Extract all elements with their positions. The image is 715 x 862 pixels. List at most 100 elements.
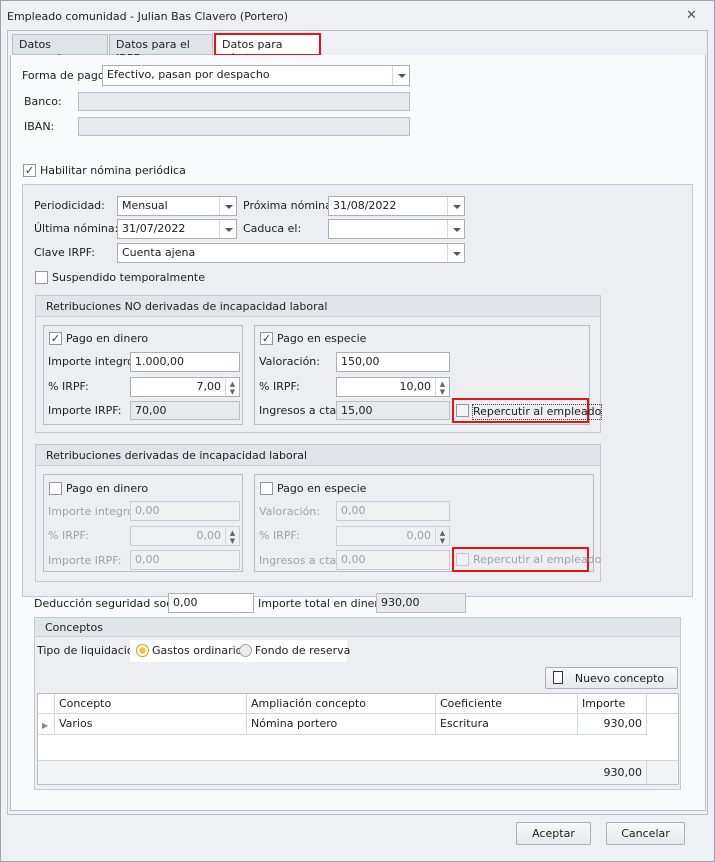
column-header-coeficiente[interactable]: Coeficiente <box>436 694 578 713</box>
deduccion-input[interactable]: 0,00 <box>168 593 254 613</box>
importe-irpf-field-2: 0,00 <box>130 550 240 570</box>
iban-field <box>78 117 410 136</box>
forma-pago-select[interactable]: Efectivo, pasan por despacho <box>102 65 410 86</box>
radio-fondo-reserva[interactable] <box>239 644 252 657</box>
ultima-value: 31/07/2022 <box>122 222 186 235</box>
cell-importe[interactable]: 930,00 <box>578 714 647 734</box>
spin-arrows-icon[interactable]: ▲ ▼ <box>225 378 239 396</box>
importe-integro-input-2[interactable]: 0,00 <box>130 501 240 521</box>
irpf-value: 7,00 <box>196 380 222 393</box>
repercutir-checkbox[interactable] <box>456 404 469 417</box>
repercutir-checkbox-2[interactable] <box>456 553 469 566</box>
cancelar-button[interactable]: Cancelar <box>606 822 685 845</box>
irpf-especie-spinner-2[interactable]: 0,00 ▲ ▼ <box>336 526 450 546</box>
chevron-down-icon[interactable] <box>447 244 464 262</box>
importe-irpf-label: Importe IRPF: <box>48 404 122 417</box>
valoracion-input[interactable]: 150,00 <box>336 352 450 372</box>
grid-header: Concepto Ampliación concepto Coeficiente… <box>38 694 678 714</box>
irpf-especie-value-2: 0,00 <box>406 529 432 542</box>
clave-irpf-label: Clave IRPF: <box>34 246 95 259</box>
cell-concepto[interactable]: Varios <box>55 714 247 734</box>
valoracion-label: Valoración: <box>259 355 320 368</box>
irpf-especie-value: 10,00 <box>399 380 432 393</box>
iban-label: IBAN: <box>24 120 55 133</box>
irpf-spinner[interactable]: 7,00 ▲ ▼ <box>130 377 240 397</box>
spin-arrows-icon[interactable]: ▲ ▼ <box>225 527 239 545</box>
column-header-ampliacion[interactable]: Ampliación concepto <box>247 694 436 713</box>
spin-arrows-icon[interactable]: ▲ ▼ <box>435 527 449 545</box>
cell-coeficiente[interactable]: Escritura <box>436 714 578 734</box>
pago-especie-checkbox[interactable]: ✓ <box>260 332 273 345</box>
aceptar-button[interactable]: Aceptar <box>516 822 591 845</box>
chevron-down-icon[interactable] <box>219 220 236 238</box>
forma-pago-value: Efectivo, pasan por despacho <box>107 68 270 81</box>
tab-datos-generales[interactable]: Datos generales <box>12 34 108 65</box>
column-header-concepto[interactable]: Concepto <box>55 694 247 713</box>
irpf-label-2: % IRPF: <box>48 529 89 542</box>
importe-integro-input[interactable]: 1.000,00 <box>130 352 240 372</box>
valoracion-input-2[interactable]: 0,00 <box>336 501 450 521</box>
nuevo-concepto-button[interactable]: Nuevo concepto <box>545 667 678 689</box>
banco-label: Banco: <box>24 95 62 108</box>
suspendido-checkbox[interactable] <box>35 271 48 284</box>
group-header: Retribuciones NO derivadas de incapacida… <box>36 296 600 317</box>
pago-dinero-label-2: Pago en dinero <box>66 482 149 495</box>
repercutir-label-2: Repercutir al empleado <box>473 553 602 566</box>
gastos-ordinarios-label: Gastos ordinarios <box>152 644 249 657</box>
pago-dinero-label: Pago en dinero <box>66 332 149 345</box>
banco-field <box>78 92 410 111</box>
importe-total-field: 930,00 <box>376 593 466 613</box>
clave-irpf-value: Cuenta ajena <box>122 246 196 259</box>
conceptos-grid: Concepto Ampliación concepto Coeficiente… <box>37 693 679 785</box>
nuevo-concepto-label: Nuevo concepto <box>574 672 665 685</box>
repercutir-label: Repercutir al empleado <box>472 404 603 420</box>
proxima-date[interactable]: 31/08/2022 <box>328 196 465 216</box>
proxima-label: Próxima nómina: <box>243 199 336 212</box>
irpf-value-2: 0,00 <box>196 529 222 542</box>
tipo-liquidacion-label: Tipo de liquidación: <box>37 644 145 657</box>
proxima-value: 31/08/2022 <box>333 199 397 212</box>
importe-irpf-label-2: Importe IRPF: <box>48 554 122 567</box>
grid-footer: 930,00 <box>38 760 678 784</box>
pago-especie-checkbox-2[interactable] <box>260 482 273 495</box>
radio-gastos-ordinarios[interactable] <box>136 644 149 657</box>
importe-irpf-field: 70,00 <box>130 401 240 420</box>
ultima-date[interactable]: 31/07/2022 <box>117 219 237 239</box>
chevron-down-icon[interactable] <box>447 220 464 238</box>
ingresos-field-2: 0,00 <box>336 550 450 570</box>
row-selector-icon[interactable]: ▶ <box>38 714 55 734</box>
close-icon[interactable]: ✕ <box>686 8 697 23</box>
column-header-importe[interactable]: Importe <box>578 694 647 713</box>
pago-dinero-checkbox-2[interactable] <box>49 482 62 495</box>
pago-especie-label-2: Pago en especie <box>277 482 367 495</box>
irpf-especie-spinner[interactable]: 10,00 ▲ ▼ <box>336 377 450 397</box>
irpf-spinner-2[interactable]: 0,00 ▲ ▼ <box>130 526 240 546</box>
chevron-down-icon[interactable] <box>219 197 236 215</box>
importe-total-label: Importe total en dinero: <box>258 597 390 610</box>
chevron-down-icon[interactable] <box>447 197 464 215</box>
window-title: Empleado comunidad - Julian Bas Clavero … <box>7 10 289 23</box>
ingresos-field: 15,00 <box>336 401 450 420</box>
spin-arrows-icon[interactable]: ▲ ▼ <box>435 378 449 396</box>
pago-dinero-checkbox[interactable]: ✓ <box>49 332 62 345</box>
table-row[interactable]: ▶ Varios Nómina portero Escritura 930,00 <box>38 714 647 735</box>
caduca-label: Caduca el: <box>243 222 302 235</box>
periodicidad-select[interactable]: Mensual <box>117 196 237 216</box>
tab-datos-irpf[interactable]: Datos para el IRPF <box>109 34 213 65</box>
forma-pago-label: Forma de pago: <box>22 69 109 82</box>
chevron-down-icon[interactable] <box>392 66 409 85</box>
irpf-especie-label: % IRPF: <box>259 380 300 393</box>
tab-datos-nomina[interactable]: Datos para nómina <box>214 33 321 65</box>
cell-ampliacion[interactable]: Nómina portero <box>247 714 436 734</box>
new-document-icon <box>553 671 563 684</box>
ingresos-label: Ingresos a cta: <box>259 404 340 417</box>
valoracion-label-2: Valoración: <box>259 505 320 518</box>
row-indicator-header <box>38 694 55 713</box>
importe-integro-label-2: Importe integro: <box>48 505 138 518</box>
ultima-label: Última nómina: <box>34 222 119 235</box>
clave-irpf-select[interactable]: Cuenta ajena <box>117 243 465 263</box>
habilitar-label: Habilitar nómina periódica <box>40 164 186 177</box>
ingresos-label-2: Ingresos a cta: <box>259 554 340 567</box>
habilitar-checkbox[interactable]: ✓ <box>23 164 36 177</box>
caduca-date[interactable] <box>328 219 465 239</box>
